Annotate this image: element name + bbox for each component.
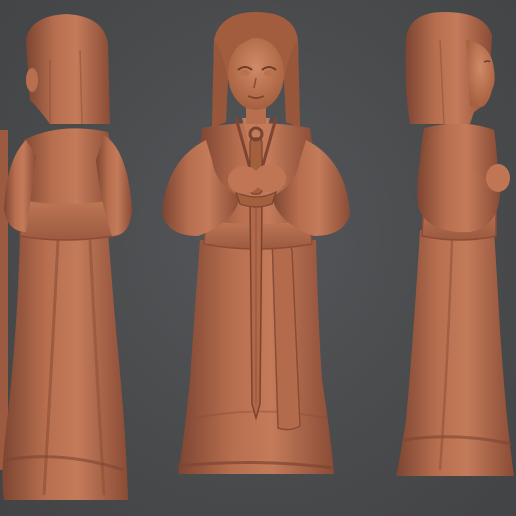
sculpt-viewport[interactable] xyxy=(0,0,516,516)
back-view-figure xyxy=(0,14,132,500)
figure-render xyxy=(0,12,514,500)
front-view-figure xyxy=(162,12,350,474)
side-view-figure xyxy=(396,12,514,476)
